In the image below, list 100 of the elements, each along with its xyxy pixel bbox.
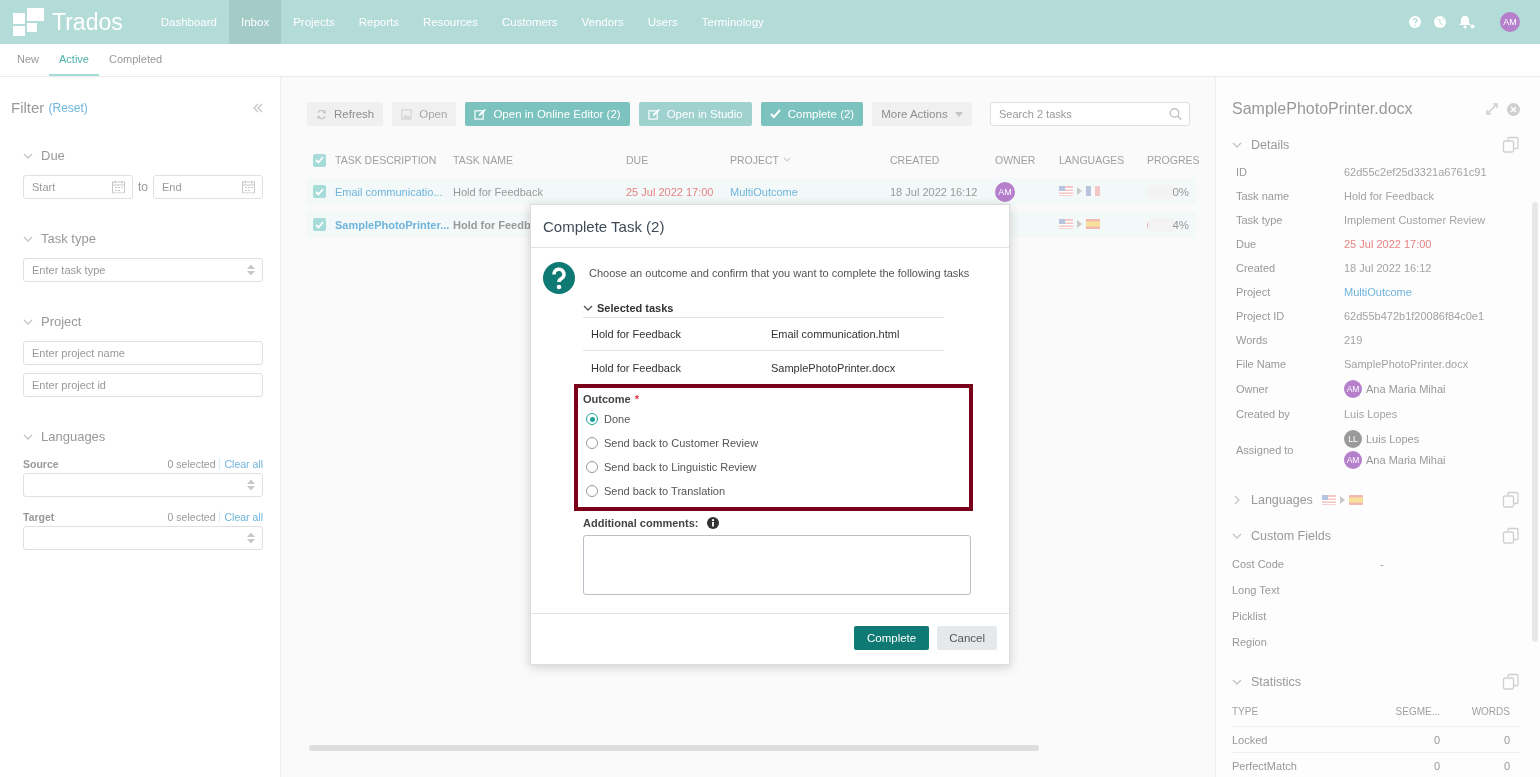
search-icon[interactable] (1169, 107, 1182, 121)
field-label: Task type (1236, 214, 1284, 226)
language-select[interactable] (23, 526, 263, 550)
column-header[interactable]: OWNER (995, 154, 1036, 166)
person-name: Luis Lopes (1366, 433, 1420, 445)
question-icon (543, 262, 575, 294)
outcome-label: Outcome (583, 393, 631, 405)
copy-icon[interactable] (1502, 673, 1520, 691)
info-icon[interactable] (706, 517, 719, 529)
double-chevron-left-icon[interactable] (253, 102, 263, 113)
search-field[interactable]: Search 2 tasks (990, 102, 1190, 126)
table-cell-text: 0 (1432, 733, 1440, 746)
project-link[interactable]: MultiOutcome (730, 185, 798, 198)
table-cell-text: Hold for Feedback (591, 328, 682, 340)
dialog-button[interactable]: Complete (853, 626, 930, 650)
us-flag-icon (1321, 495, 1336, 505)
column-header[interactable]: TASK NAME (453, 154, 513, 166)
nav-tab[interactable]: Users (635, 0, 690, 44)
refresh-icon (316, 108, 327, 120)
french-flag-icon (1086, 185, 1100, 196)
nav-tab[interactable]: Customers (489, 0, 570, 44)
radio-label[interactable]: Send back to Customer Review (604, 437, 759, 449)
field-value[interactable]: MultiOutcome (1344, 286, 1520, 298)
column-header[interactable]: PROJECT (730, 154, 779, 166)
calendar-icon[interactable] (112, 180, 125, 194)
column-header[interactable]: PROGRES (1147, 154, 1200, 166)
toolbar-button[interactable]: Complete (2) (760, 102, 864, 126)
copy-icon[interactable] (1502, 136, 1520, 154)
checkbox[interactable] (313, 218, 326, 231)
calendar-icon[interactable] (242, 180, 255, 194)
checkbox[interactable] (313, 185, 326, 198)
bell-icon[interactable] (1459, 15, 1475, 29)
chevron-right-icon[interactable] (1232, 495, 1242, 505)
project-field[interactable]: Enter project id (23, 373, 263, 397)
start-date-field[interactable]: Start (23, 175, 133, 199)
field-value: 62d55c2ef25d3321a6761c91 (1344, 166, 1488, 178)
radio-label[interactable]: Send back to Translation (604, 485, 726, 497)
avatar: AM (1344, 380, 1362, 398)
field-label: Long Text (1232, 584, 1281, 596)
close-icon[interactable] (1507, 102, 1520, 116)
task-type-select[interactable]: Enter task type (23, 258, 263, 282)
section-title: Languages (1251, 493, 1313, 507)
column-header[interactable]: DUE (626, 154, 649, 166)
sub-tab[interactable]: Completed (99, 44, 173, 76)
toolbar-button[interactable]: Refresh (307, 102, 384, 126)
dialog-button[interactable]: Cancel (937, 626, 997, 650)
edit-icon (647, 108, 660, 120)
us-flag-icon (1059, 218, 1073, 229)
nav-tab[interactable]: Projects (281, 0, 347, 44)
nav-tab[interactable]: Resources (410, 0, 490, 44)
sub-tab[interactable]: New (7, 44, 49, 76)
column-header[interactable]: TASK DESCRIPTION (335, 154, 437, 166)
scrollbar[interactable] (309, 745, 1039, 751)
field-value: - (1380, 558, 1385, 570)
clear-all-link[interactable]: Clear all (224, 458, 263, 470)
globe-icon[interactable] (1434, 16, 1446, 28)
nav-tab[interactable]: Vendors (569, 0, 636, 44)
copy-icon[interactable] (1502, 491, 1520, 509)
table-cell-text: 0 (1502, 733, 1510, 746)
sort-arrows-icon (247, 479, 255, 491)
radio-label[interactable]: Send back to Linguistic Review (604, 461, 757, 473)
sub-tab[interactable]: Active (49, 44, 99, 76)
clear-all-link[interactable]: Clear all (224, 511, 263, 523)
user-avatar[interactable]: AM (1500, 12, 1520, 32)
edit-icon (474, 108, 487, 120)
nav-tab[interactable]: Inbox (229, 0, 282, 44)
filter-title: Filter (11, 99, 45, 116)
end-date-field[interactable]: End (153, 175, 263, 199)
radio-label[interactable]: Done (604, 413, 631, 425)
comments-field[interactable] (583, 535, 971, 595)
expand-icon[interactable] (1485, 102, 1499, 116)
nav-tab[interactable]: Reports (346, 0, 411, 44)
reset-link[interactable]: (Reset) (48, 100, 88, 115)
checkbox[interactable] (313, 153, 326, 167)
column-header: TYPE (1232, 706, 1260, 717)
toolbar-button[interactable]: More Actions (872, 102, 972, 126)
nav-tab[interactable]: Terminology (689, 0, 776, 44)
field-label: Project (1236, 286, 1272, 298)
chevron-down-icon[interactable] (583, 303, 593, 313)
help-icon[interactable] (1409, 16, 1421, 28)
language-select[interactable] (23, 473, 263, 497)
sort-chevron-icon[interactable] (783, 157, 791, 163)
field-label: Cost Code (1232, 558, 1285, 570)
copy-icon[interactable] (1502, 527, 1520, 545)
column-header[interactable]: LANGUAGES (1059, 154, 1125, 166)
task-link[interactable]: Email communicatio... (335, 185, 443, 198)
table-cell: Hold for Feedb (453, 218, 531, 231)
table-cell: Hold for Feedback (453, 185, 543, 198)
section-title: Details (1251, 138, 1290, 152)
section-title: Project (41, 314, 82, 329)
field-label: Project ID (1236, 310, 1286, 322)
field-label: Created by (1236, 408, 1291, 420)
sort-arrows-icon (247, 532, 255, 544)
column-header[interactable]: CREATED (890, 154, 940, 166)
project-field[interactable]: Enter project name (23, 341, 263, 365)
task-link[interactable]: SamplePhotoPrinter... (335, 218, 450, 231)
nav-tab[interactable]: Dashboard (148, 0, 229, 44)
column-header: SEGME... (1394, 706, 1440, 717)
toolbar-button[interactable]: Open in Online Editor (2) (465, 102, 630, 126)
person-name: Ana Maria Mihai (1366, 383, 1446, 395)
